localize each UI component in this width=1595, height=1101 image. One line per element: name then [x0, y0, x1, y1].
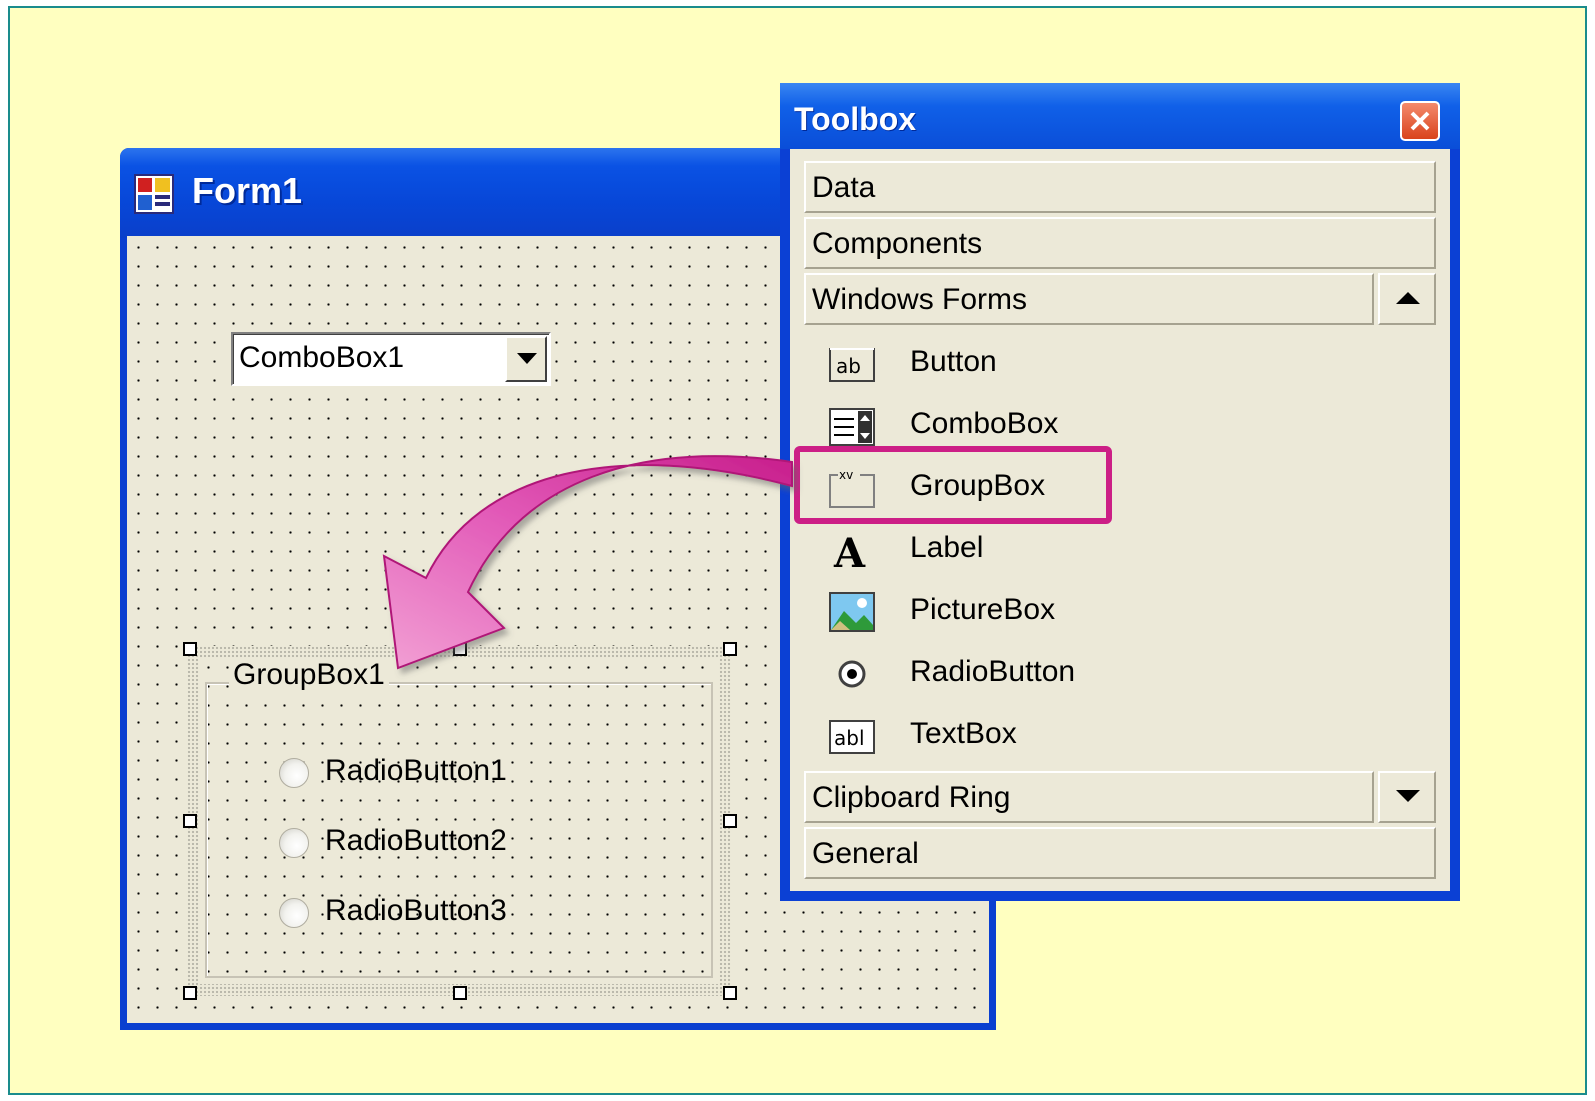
resize-handle-bottom-right[interactable]	[723, 986, 737, 1000]
toolbox-item-label: Button	[910, 345, 997, 378]
tab-data-label: Data	[812, 171, 876, 204]
radiobutton-icon	[838, 660, 866, 688]
close-icon	[1410, 111, 1430, 131]
toolbox-title: Toolbox	[794, 101, 917, 137]
combobox1-control[interactable]: ComboBox1	[231, 332, 551, 386]
chevron-down-icon	[1396, 790, 1420, 802]
toolbox-item-button[interactable]: ab Button	[826, 337, 1386, 391]
tab-general[interactable]: General	[804, 827, 1436, 879]
radio-circle	[279, 758, 309, 788]
resize-handle-top-left[interactable]	[183, 642, 197, 656]
resize-handle-top-right[interactable]	[723, 642, 737, 656]
scroll-down-button[interactable]	[1378, 771, 1436, 823]
resize-handle-left[interactable]	[183, 814, 197, 828]
radio-circle	[279, 828, 309, 858]
toolbox-item-label-text: Label	[910, 531, 984, 564]
toolbox-item-combobox[interactable]: ComboBox	[826, 399, 1386, 453]
radiobutton3-label: RadioButton3	[325, 894, 507, 927]
tab-clipboard-ring-label: Clipboard Ring	[812, 781, 1011, 814]
tab-components-label: Components	[812, 227, 983, 260]
toolbox-item-label: ComboBox	[910, 407, 1059, 440]
label-icon: A	[833, 530, 866, 573]
form-app-icon	[134, 174, 174, 214]
svg-text:abl: abl	[834, 726, 865, 750]
toolbox-close-button[interactable]	[1400, 101, 1440, 141]
combobox-icon	[829, 408, 875, 446]
radiobutton1-label: RadioButton1	[325, 754, 507, 787]
toolbox-item-picturebox[interactable]: PictureBox	[826, 585, 1386, 639]
toolbox-item-label: PictureBox	[910, 593, 1056, 626]
toolbox-item-label: RadioButton	[910, 655, 1076, 688]
picturebox-icon	[829, 592, 875, 632]
chevron-down-icon	[517, 353, 537, 364]
textbox-icon: abl	[829, 720, 875, 754]
tab-clipboard-ring[interactable]: Clipboard Ring	[804, 771, 1374, 823]
toolbox-item-radiobutton[interactable]: RadioButton	[826, 647, 1386, 701]
groupbox1-selection[interactable]: GroupBox1 RadioButton1 RadioButton2 Radi…	[183, 642, 737, 1000]
toolbox-item-label: TextBox	[910, 717, 1017, 750]
resize-handle-right[interactable]	[723, 814, 737, 828]
combobox-dropdown-button[interactable]	[505, 336, 547, 382]
svg-text:A: A	[833, 530, 866, 573]
tab-components[interactable]: Components	[804, 217, 1436, 269]
groupbox1-area: GroupBox1 RadioButton1 RadioButton2 Radi…	[199, 658, 719, 984]
button-icon: ab	[829, 348, 875, 382]
resize-handle-bottom[interactable]	[453, 986, 467, 1000]
groupbox-highlight-box	[794, 446, 1112, 524]
combobox1-text: ComboBox1	[239, 341, 405, 374]
radio-circle	[279, 898, 309, 928]
toolbox-item-label[interactable]: A Label	[826, 523, 1386, 577]
toolbox-titlebar[interactable]: Toolbox	[780, 83, 1460, 149]
tab-data[interactable]: Data	[804, 161, 1436, 213]
tab-general-label: General	[812, 837, 919, 870]
resize-handle-top[interactable]	[453, 642, 467, 656]
svg-text:ab: ab	[836, 354, 861, 378]
radiobutton2-label: RadioButton2	[325, 824, 507, 857]
tab-windows-forms-label: Windows Forms	[812, 283, 1028, 316]
toolbox-item-textbox[interactable]: abl TextBox	[826, 709, 1386, 763]
form1-title: Form1	[192, 170, 303, 211]
groupbox1-label: GroupBox1	[229, 658, 389, 692]
resize-handle-bottom-left[interactable]	[183, 986, 197, 1000]
scroll-up-button[interactable]	[1378, 273, 1436, 325]
chevron-up-icon	[1396, 292, 1420, 304]
tab-windows-forms[interactable]: Windows Forms	[804, 273, 1374, 325]
